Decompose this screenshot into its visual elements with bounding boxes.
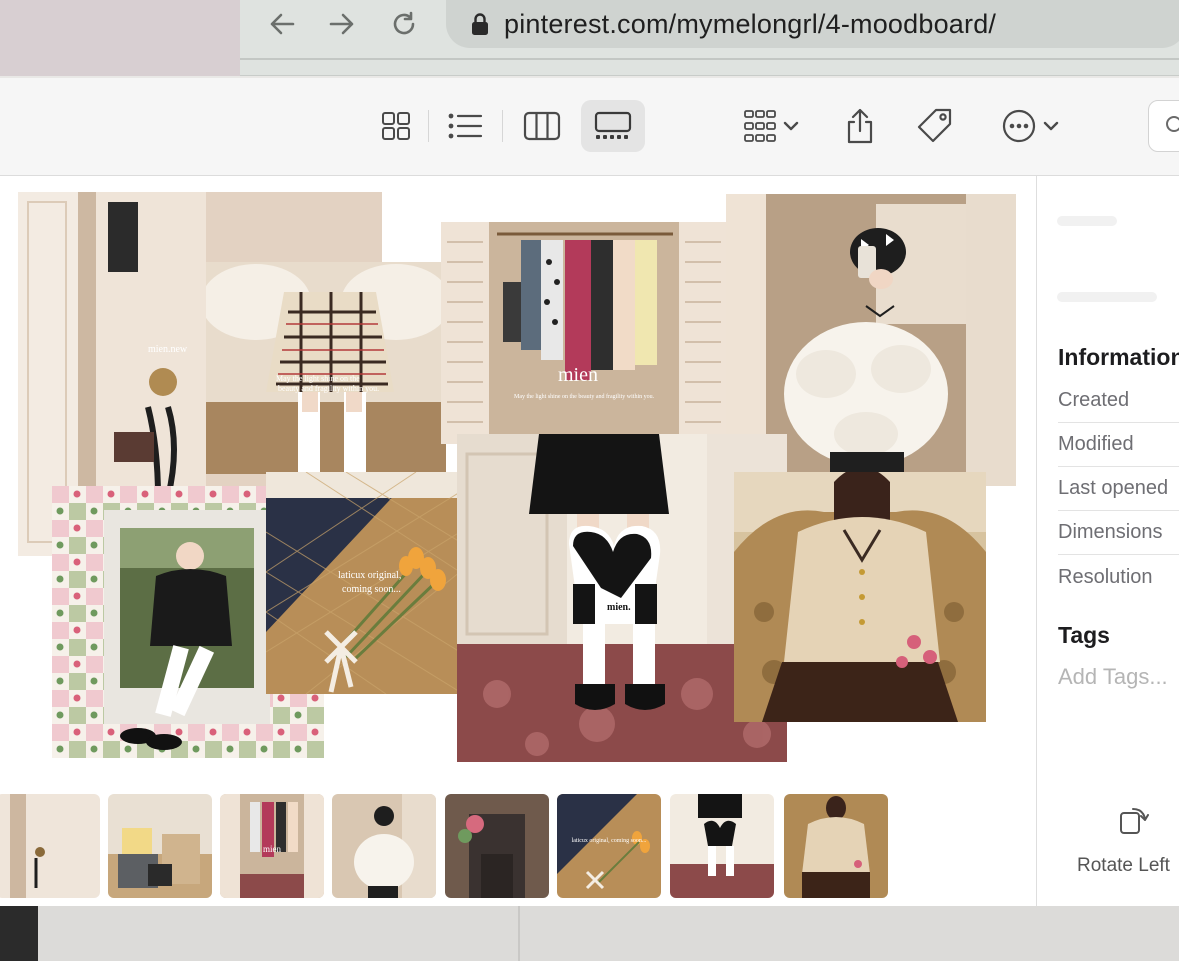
tags-title: Tags <box>1058 622 1110 648</box>
thumbnail-7[interactable] <box>670 794 774 898</box>
forward-button[interactable] <box>324 6 360 42</box>
info-row-created: Created <box>1058 379 1179 423</box>
share-button[interactable] <box>836 100 884 152</box>
thumbnail-strip: mien laticux original, coming soon... <box>0 790 1036 906</box>
reload-icon <box>393 11 415 35</box>
share-icon <box>847 108 873 144</box>
column-view-button[interactable] <box>515 100 569 152</box>
thumbnail-3[interactable]: mien <box>220 794 324 898</box>
rotate-left-icon <box>1120 808 1149 834</box>
tag-icon <box>917 108 952 143</box>
tab-strip-divider <box>240 58 1179 60</box>
tags-button[interactable] <box>910 100 960 152</box>
add-tags-input[interactable]: Add Tags... <box>1058 664 1168 690</box>
chevron-down-icon <box>1043 121 1059 131</box>
caption-skirt-line1: May the light shine on the <box>276 374 360 383</box>
thumbnail-6[interactable]: laticux original, coming soon... <box>557 794 661 898</box>
thumbnail-5[interactable] <box>445 794 549 898</box>
chevron-down-icon <box>783 121 799 131</box>
photo-closet: mien May the light shine on the beauty a… <box>441 222 727 444</box>
list-view-button[interactable] <box>440 100 490 152</box>
browser-chrome: pinterest.com/mymelongrl/4-moodboard/ <box>240 0 1179 76</box>
moodboard-image: mien.new May the light shine on the beau… <box>0 176 1036 776</box>
caption-tulip-line1: laticux original, <box>338 570 402 581</box>
address-bar[interactable]: pinterest.com/mymelongrl/4-moodboard/ <box>446 0 1179 48</box>
caption-tulip-line2: coming soon... <box>342 584 401 595</box>
photo-tulip-bouquet: laticux original, coming soon... <box>266 472 460 694</box>
faded-label <box>1057 292 1157 302</box>
desktop-backdrop <box>0 0 240 76</box>
caption-mien-new: mien.new <box>148 344 188 355</box>
info-row-dimensions: Dimensions <box>1058 511 1179 555</box>
desktop-backdrop-dark <box>0 906 38 961</box>
arrow-right-icon <box>329 13 354 35</box>
gallery-icon <box>594 111 632 139</box>
grid-view-button[interactable] <box>372 100 420 152</box>
url-text: pinterest.com/mymelongrl/4-moodboard/ <box>504 8 997 39</box>
info-row-resolution: Resolution <box>1058 565 1153 588</box>
lock-icon <box>468 10 492 38</box>
faded-label <box>1057 216 1117 226</box>
thumbnail-caption: mien <box>263 844 281 854</box>
toolbar-divider <box>428 110 429 142</box>
toolbar <box>0 78 1179 176</box>
thumbnail-2[interactable] <box>108 794 212 898</box>
more-actions-button[interactable] <box>990 100 1070 152</box>
photo-plaid-skirt: May the light shine on the beauty and fr… <box>206 262 446 474</box>
window-seam <box>518 906 520 961</box>
toolbar-divider <box>502 110 503 142</box>
photo-beige-jacket <box>734 472 986 722</box>
group-icon <box>744 110 776 142</box>
info-row-modified: Modified <box>1058 423 1179 467</box>
back-button[interactable] <box>264 6 300 42</box>
desktop-backdrop-bottom <box>0 906 1179 961</box>
arrow-left-icon <box>270 13 295 35</box>
rotate-left-label: Rotate Left <box>1077 855 1170 876</box>
caption-socks-brand: mien. <box>607 602 631 613</box>
gallery-view-button[interactable] <box>581 100 645 152</box>
info-row-last-opened: Last opened <box>1058 467 1179 511</box>
caption-closet-line: May the light shine on the beauty and fr… <box>514 394 655 400</box>
preview-window: mien.new May the light shine on the beau… <box>0 78 1179 906</box>
thumbnail-caption: laticux original, coming soon... <box>571 838 647 844</box>
grid-icon <box>382 112 410 140</box>
reload-button[interactable] <box>386 6 422 42</box>
thumbnail-8[interactable] <box>784 794 888 898</box>
caption-skirt-line2: beauty and fragility within you. <box>278 384 380 393</box>
thumbnail-1[interactable] <box>0 794 100 898</box>
ellipsis-circle-icon <box>1002 109 1036 143</box>
caption-closet-brand: mien <box>558 364 598 386</box>
thumbnail-4[interactable] <box>332 794 436 898</box>
search-icon <box>1166 116 1179 132</box>
information-title: Information <box>1058 344 1179 370</box>
inspector-panel: Information Created Modified Last opened… <box>1036 176 1179 906</box>
group-by-button[interactable] <box>730 100 808 152</box>
list-icon <box>448 113 483 139</box>
columns-icon <box>523 111 561 141</box>
rotate-left-button[interactable]: Rotate Left <box>1077 803 1179 883</box>
search-field[interactable] <box>1148 100 1179 152</box>
